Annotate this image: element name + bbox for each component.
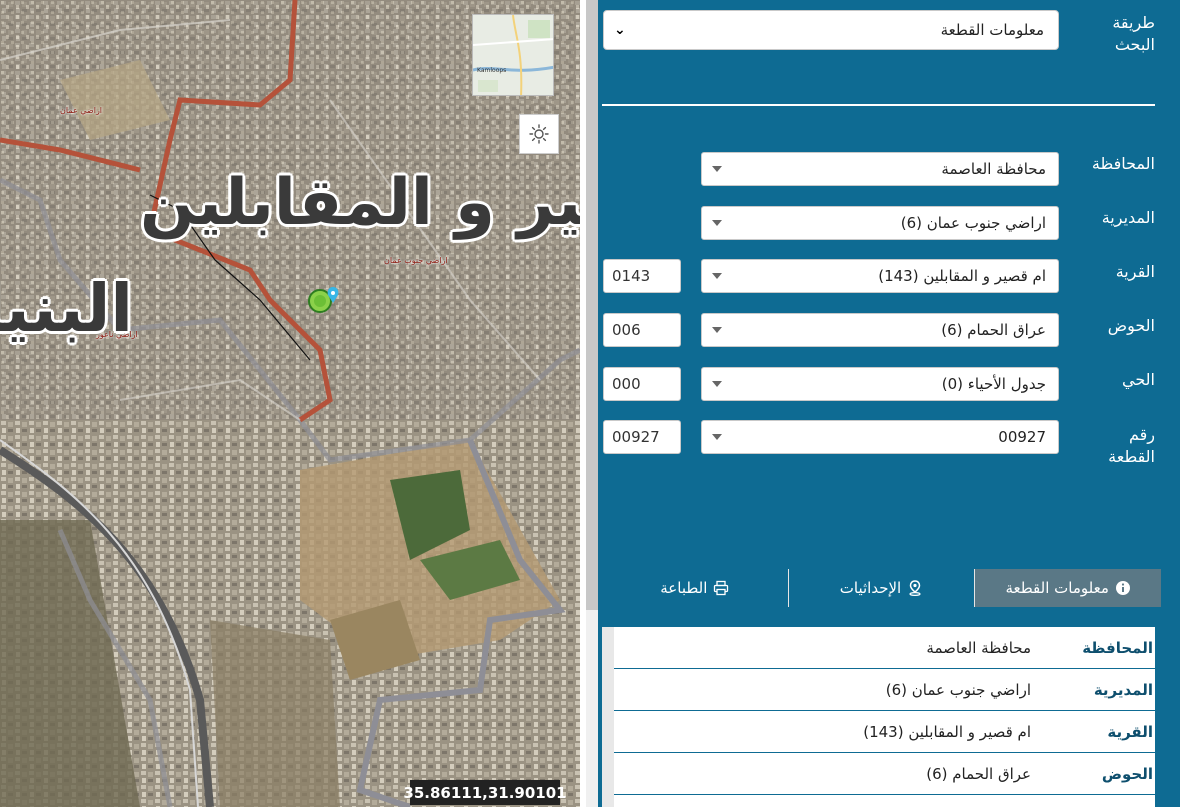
satellite-imagery (0, 0, 580, 807)
scrollbar-thumb[interactable] (586, 0, 598, 610)
governorate-value: محافظة العاصمة (941, 160, 1046, 178)
directorate-select[interactable]: اراضي جنوب عمان (6) (701, 206, 1059, 240)
tab-coordinates-label: الإحداثيات (839, 579, 902, 597)
basin-label: الحوض (1107, 316, 1155, 335)
table-row: القرية ام قصير و المقابلين (143) (614, 711, 1155, 753)
info-value: محافظة العاصمة (926, 638, 1031, 657)
tab-parcel-info-label: معلومات القطعة (1005, 579, 1109, 597)
basin-code: 006 (612, 321, 641, 339)
search-panel: طريقة البحث معلومات القطعة ⌄ المحافظة مح… (598, 0, 1180, 807)
district-label: الحي (1122, 370, 1155, 389)
table-row: المديرية اراضي جنوب عمان (6) (614, 669, 1155, 711)
info-scroll-track (602, 627, 614, 807)
village-label: القرية (1115, 262, 1155, 281)
printer-icon (714, 580, 729, 596)
tab-parcel-info[interactable]: معلومات القطعة (974, 569, 1161, 607)
caret-down-icon (712, 220, 722, 226)
search-method-select[interactable]: معلومات القطعة ⌄ (603, 10, 1059, 50)
chevron-down-icon: ⌄ (614, 22, 626, 38)
parcel-code-field[interactable]: 00927 (603, 420, 681, 454)
parcel-number-value: 00927 (998, 428, 1046, 446)
district-value: جدول الأحياء (0) (941, 375, 1046, 393)
info-key: المحافظة (1082, 638, 1153, 657)
basin-code-field[interactable]: 006 (603, 313, 681, 347)
minimap-graphic (473, 15, 553, 95)
tab-coordinates[interactable]: الإحداثيات (787, 569, 975, 607)
governorate-select[interactable]: محافظة العاصمة (701, 152, 1059, 186)
village-code: 0143 (612, 267, 651, 285)
land-label-amman: اراضي عمان (60, 106, 103, 115)
caret-down-icon (712, 166, 722, 172)
parcel-number-label: رقم القطعة (1108, 425, 1155, 466)
directorate-value: اراضي جنوب عمان (6) (900, 214, 1046, 232)
governorate-label: المحافظة (1091, 154, 1155, 173)
result-tabs: معلومات القطعة الإحداثيات الطباعة (601, 569, 1161, 607)
village-value: ام قصير و المقابلين (143) (878, 267, 1046, 285)
map-view[interactable]: مير و المقابلين البنيا اراضي عمان اراضي … (0, 0, 580, 807)
section-divider (602, 104, 1155, 106)
parcel-number-select[interactable]: 00927 (701, 420, 1059, 454)
location-icon (909, 580, 921, 596)
overview-minimap[interactable]: Kamloops (472, 14, 554, 96)
table-row: الحوض عراق الحمام (6) (614, 753, 1155, 795)
parcel-code: 00927 (612, 428, 660, 446)
scrollbar-track[interactable] (586, 610, 598, 807)
location-pin-icon[interactable] (307, 287, 343, 319)
caret-down-icon (712, 327, 722, 333)
caret-down-icon (712, 381, 722, 387)
info-key: القرية (1107, 722, 1153, 741)
district-select[interactable]: جدول الأحياء (0) (701, 367, 1059, 401)
info-icon (1115, 581, 1130, 595)
basin-select[interactable]: عراق الحمام (6) (701, 313, 1059, 347)
district-code-field[interactable]: 000 (603, 367, 681, 401)
tab-print[interactable]: الطباعة (601, 569, 788, 607)
table-row: المحافظة محافظة العاصمة (614, 627, 1155, 669)
info-value: اراضي جنوب عمان (6) (885, 680, 1031, 699)
basin-value: عراق الحمام (6) (941, 321, 1046, 339)
land-label-south-amman: اراضي جنوب عمان (384, 256, 448, 265)
village-select[interactable]: ام قصير و المقابلين (143) (701, 259, 1059, 293)
area-label-muqabalein: مير و المقابلين (140, 166, 580, 240)
sun-icon (529, 124, 549, 144)
info-value: ام قصير و المقابلين (143) (863, 722, 1031, 741)
caret-down-icon (712, 434, 722, 440)
directorate-label: المديرية (1101, 208, 1155, 227)
theme-toggle-button[interactable] (519, 114, 559, 154)
land-label-naur: اراضي ناعور (96, 330, 138, 339)
search-method-value: معلومات القطعة (940, 21, 1044, 39)
info-key: الحوض (1101, 764, 1153, 783)
search-method-label: طريقة البحث (1112, 13, 1155, 54)
district-code: 000 (612, 375, 641, 393)
tab-print-label: الطباعة (660, 579, 708, 597)
caret-down-icon (712, 273, 722, 279)
coordinates-readout: 35.86111,31.90101 (403, 780, 567, 805)
info-key: المديرية (1093, 680, 1153, 699)
info-value: عراق الحمام (6) (926, 764, 1031, 783)
village-code-field[interactable]: 0143 (603, 259, 681, 293)
minimap-label: Kamloops (477, 67, 507, 74)
parcel-info-table: المحافظة محافظة العاصمة المديرية اراضي ج… (602, 627, 1155, 807)
